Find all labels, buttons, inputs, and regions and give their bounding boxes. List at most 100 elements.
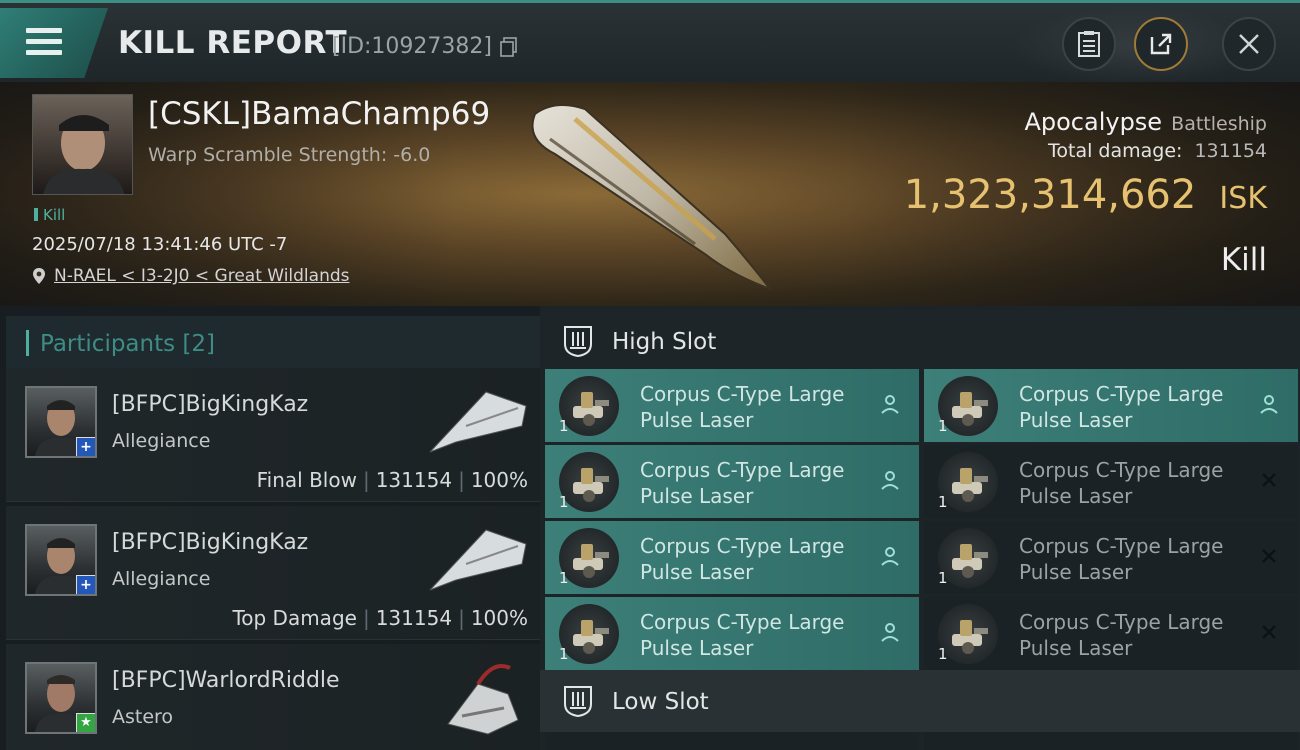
participant-ship: Allegiance xyxy=(112,568,211,590)
victim-name: [CSKL]BamaChamp69 xyxy=(148,96,491,132)
participant-card[interactable]: + [BFPC]BigKingKaz Allegiance Final Blow… xyxy=(6,368,540,502)
victim-portrait-image xyxy=(43,115,125,194)
share-button[interactable] xyxy=(1134,17,1188,71)
participant-percent: 100% xyxy=(470,606,528,630)
participant-role: Top Damage xyxy=(232,606,357,630)
high-slot-label: High Slot xyxy=(612,329,717,355)
copy-icon[interactable] xyxy=(500,37,518,57)
person-dropped-icon xyxy=(1260,395,1278,414)
avatar[interactable]: ★ xyxy=(25,662,97,734)
clipboard-icon xyxy=(1078,31,1100,57)
location-pin-icon xyxy=(33,268,45,284)
module-quantity: 1 xyxy=(938,493,948,511)
low-slot-module-partial[interactable] xyxy=(545,732,919,750)
kill-location[interactable]: N-RAEL < I3-2J0 < Great Wildlands xyxy=(32,266,350,286)
module-slot[interactable]: 1 Corpus C-Type Large Pulse Laser xyxy=(924,369,1298,442)
isk-unit: ISK xyxy=(1219,181,1267,216)
participant-ship: Astero xyxy=(112,706,174,728)
module-slot[interactable]: 1 Corpus C-Type Large Pulse Laser xyxy=(545,597,919,670)
corp-plus-badge: + xyxy=(76,575,95,594)
participant-stats: Top Damage | 131154 | 100% xyxy=(232,606,528,630)
module-slot[interactable]: 1 Corpus C-Type Large Pulse Laser xyxy=(924,521,1298,594)
person-dropped-icon xyxy=(881,395,899,414)
module-quantity: 1 xyxy=(559,645,569,663)
module-name: Corpus C-Type Large Pulse Laser xyxy=(1019,458,1224,508)
high-slot-icon xyxy=(564,326,592,358)
module-name: Corpus C-Type Large Pulse Laser xyxy=(1019,610,1224,660)
module-quantity: 1 xyxy=(938,569,948,587)
participant-damage: 131154 xyxy=(375,606,453,630)
report-id: [ID:10927382] xyxy=(332,34,492,59)
participant-stats: Final Blow | 131154 | 100% xyxy=(256,468,528,492)
module-slot[interactable]: 1 Corpus C-Type Large Pulse Laser xyxy=(545,445,919,518)
ship-name: Apocalypse xyxy=(1024,108,1163,136)
participant-ship: Allegiance xyxy=(112,430,211,452)
module-name: Corpus C-Type Large Pulse Laser xyxy=(640,382,845,432)
participants-header: Participants [2] xyxy=(6,316,540,372)
victim-ship-info: Apocalypse Battleship xyxy=(1024,108,1267,136)
victim-avatar[interactable] xyxy=(32,94,133,195)
module-slot[interactable]: 1 Corpus C-Type Large Pulse Laser xyxy=(545,369,919,442)
ship-class: Battleship xyxy=(1171,113,1267,135)
module-name: Corpus C-Type Large Pulse Laser xyxy=(640,534,845,584)
participant-damage: 131154 xyxy=(375,468,453,492)
kill-tag: Kill xyxy=(34,206,65,224)
low-slot-icon xyxy=(564,686,592,718)
participant-name: [BFPC]WarlordRiddle xyxy=(112,668,340,693)
low-slot-label: Low Slot xyxy=(612,689,709,715)
warp-scramble-strength: Warp Scramble Strength: -6.0 xyxy=(148,144,431,166)
participant-name: [BFPC]BigKingKaz xyxy=(112,530,309,555)
participants-panel: Participants [2] + [BFPC]BigKingKaz Alle… xyxy=(0,306,540,750)
module-name: Corpus C-Type Large Pulse Laser xyxy=(640,610,845,660)
victim-ship-image[interactable] xyxy=(515,94,785,294)
victim-banner: [CSKL]BamaChamp69 Warp Scramble Strength… xyxy=(0,82,1300,306)
participant-name: [BFPC]BigKingKaz xyxy=(112,392,309,417)
location-link[interactable]: N-RAEL < I3-2J0 < Great Wildlands xyxy=(54,266,350,286)
menu-icon xyxy=(26,28,62,56)
low-slot-header: Low Slot xyxy=(540,670,1300,732)
module-slot[interactable]: 1 Corpus C-Type Large Pulse Laser xyxy=(924,597,1298,670)
high-slot-header: High Slot xyxy=(540,310,1300,372)
person-dropped-icon xyxy=(881,623,899,642)
clipboard-button[interactable] xyxy=(1062,17,1116,71)
low-slot-module-partial[interactable] xyxy=(924,732,1298,750)
kill-result: Kill xyxy=(1220,242,1267,278)
participant-card[interactable]: + [BFPC]BigKingKaz Allegiance Top Damage… xyxy=(6,506,540,640)
module-quantity: 1 xyxy=(559,569,569,587)
participant-ship-image xyxy=(429,391,527,453)
module-name: Corpus C-Type Large Pulse Laser xyxy=(1019,534,1224,584)
fitting-panel: High Slot 1 Corpus C-Type Large Pulse Las… xyxy=(540,306,1300,750)
module-name: Corpus C-Type Large Pulse Laser xyxy=(640,458,845,508)
module-slot[interactable]: 1 Corpus C-Type Large Pulse Laser xyxy=(545,521,919,594)
close-button[interactable] xyxy=(1222,17,1276,71)
total-damage-label: Total damage: xyxy=(1048,140,1183,162)
participant-percent: 100% xyxy=(470,468,528,492)
menu-button[interactable] xyxy=(0,8,108,78)
module-quantity: 1 xyxy=(559,493,569,511)
participant-ship-image xyxy=(429,529,527,591)
module-quantity: 1 xyxy=(938,645,948,663)
page-title: KILL REPORT xyxy=(118,25,348,61)
avatar[interactable]: + xyxy=(25,386,97,458)
total-damage: Total damage: 131154 xyxy=(1048,140,1267,162)
participant-role: Final Blow xyxy=(256,468,357,492)
isk-amount: 1,323,314,662 xyxy=(903,172,1197,218)
destroyed-x-icon xyxy=(1262,625,1276,639)
participant-ship-image xyxy=(447,664,519,735)
share-icon xyxy=(1150,33,1172,55)
avatar[interactable]: + xyxy=(25,524,97,596)
person-dropped-icon xyxy=(881,471,899,490)
total-damage-value: 131154 xyxy=(1194,140,1267,162)
kill-timestamp: 2025/07/18 13:41:46 UTC -7 xyxy=(32,234,288,255)
destroyed-x-icon xyxy=(1262,473,1276,487)
module-name: Corpus C-Type Large Pulse Laser xyxy=(1019,382,1224,432)
star-badge: ★ xyxy=(76,713,95,732)
participant-card[interactable]: ★ [BFPC]WarlordRiddle Astero xyxy=(6,644,540,750)
isk-value: 1,323,314,662 ISK xyxy=(904,172,1267,218)
participants-title: Participants [2] xyxy=(40,331,216,357)
module-slot[interactable]: 1 Corpus C-Type Large Pulse Laser xyxy=(924,445,1298,518)
module-quantity: 1 xyxy=(559,417,569,435)
close-icon xyxy=(1239,34,1259,54)
participants-count: [2] xyxy=(182,331,216,357)
module-quantity: 1 xyxy=(938,417,948,435)
